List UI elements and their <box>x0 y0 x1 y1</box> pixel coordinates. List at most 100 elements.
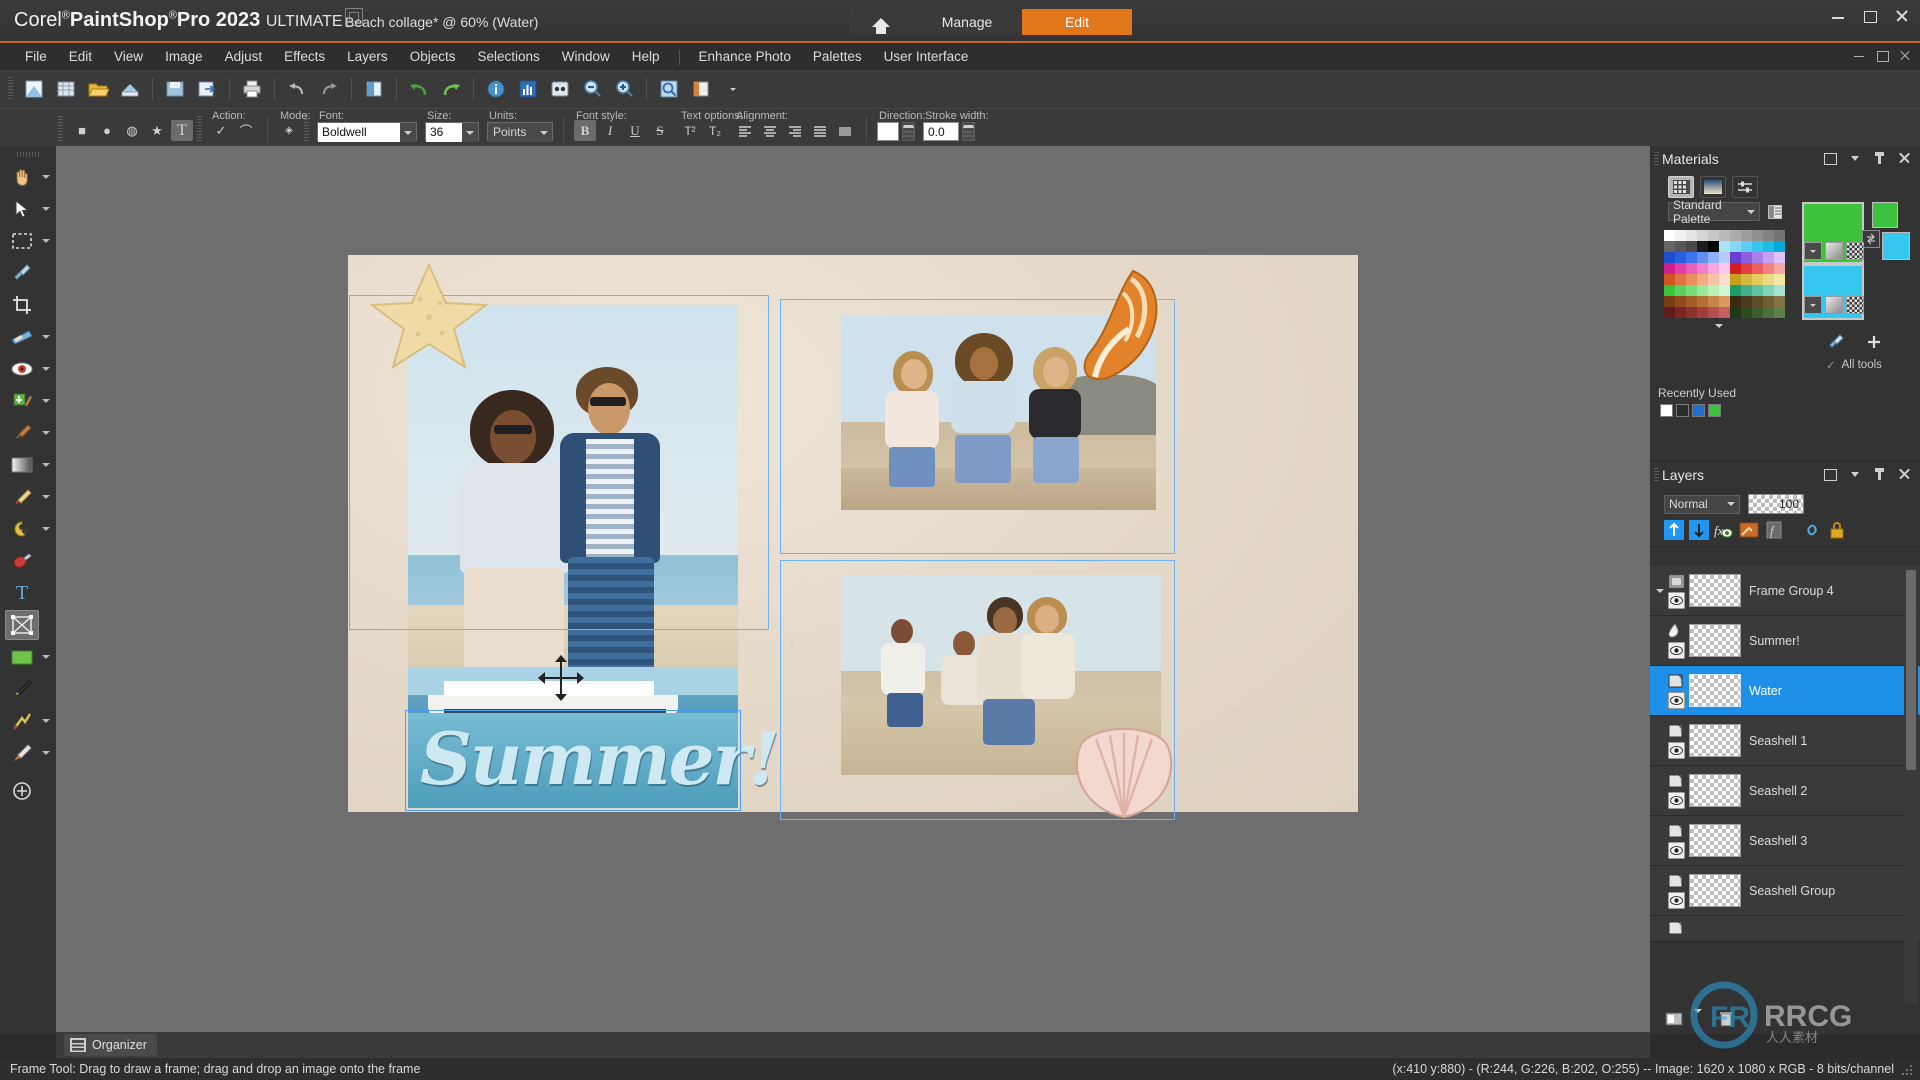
materials-grip[interactable] <box>1654 152 1659 167</box>
tool-crop[interactable] <box>0 289 56 321</box>
color-swatch-grid[interactable] <box>1664 230 1785 318</box>
swatch[interactable] <box>1763 285 1774 296</box>
font-dropdown-icon[interactable] <box>400 123 416 142</box>
menu-effects[interactable]: Effects <box>273 45 336 69</box>
menu-edit[interactable]: Edit <box>58 45 103 69</box>
tool-gradient[interactable] <box>0 449 56 481</box>
direction-swatch[interactable] <box>877 122 899 141</box>
duplicate-icon[interactable] <box>359 74 389 104</box>
italic-button[interactable]: I <box>599 120 621 141</box>
swatch[interactable] <box>1774 285 1785 296</box>
underline-button[interactable]: U <box>624 120 646 141</box>
swatch[interactable] <box>1664 285 1675 296</box>
swatch[interactable] <box>1664 274 1675 285</box>
visibility-toggle-icon[interactable] <box>1667 841 1686 859</box>
pan-tool-icon[interactable] <box>5 162 39 192</box>
save-icon[interactable] <box>160 74 190 104</box>
swatch[interactable] <box>1741 252 1752 263</box>
blend-mode-combo[interactable]: Normal <box>1664 494 1740 514</box>
swatch[interactable] <box>1730 274 1741 285</box>
materials-close-icon[interactable] <box>1898 151 1912 165</box>
pen-tool-icon[interactable] <box>5 674 39 704</box>
layers-scrollbar[interactable] <box>1904 566 1918 1004</box>
tool-pick[interactable] <box>0 193 56 225</box>
swatch[interactable] <box>1752 274 1763 285</box>
close-button[interactable] <box>1894 8 1910 24</box>
tool-red-eye[interactable] <box>0 353 56 385</box>
swatch[interactable] <box>1719 263 1730 274</box>
straighten-tool-icon[interactable] <box>5 322 39 352</box>
zoom-out-icon[interactable] <box>577 74 607 104</box>
swatch[interactable] <box>1763 307 1774 318</box>
foreground-mini-swatch[interactable] <box>1872 202 1898 228</box>
gradient-flyout-icon[interactable] <box>42 463 50 467</box>
swatch[interactable] <box>1664 230 1675 241</box>
swatch[interactable] <box>1774 241 1785 252</box>
swatch[interactable] <box>1730 263 1741 274</box>
smooth-flyout-icon[interactable] <box>42 751 50 755</box>
makeover-flyout-icon[interactable] <box>42 399 50 403</box>
swatch[interactable] <box>1774 307 1785 318</box>
menu-enhance-photo[interactable]: Enhance Photo <box>688 45 802 69</box>
menu-palettes[interactable]: Palettes <box>802 45 873 69</box>
tool-pan[interactable] <box>0 161 56 193</box>
layer-properties-icon[interactable] <box>1664 1009 1684 1029</box>
recent-swatch[interactable] <box>1676 404 1689 417</box>
swatch[interactable] <box>1730 241 1741 252</box>
swatch[interactable] <box>1774 263 1785 274</box>
maximize-button[interactable] <box>1862 8 1878 24</box>
swatch[interactable] <box>1708 241 1719 252</box>
new-image-icon[interactable] <box>19 74 49 104</box>
scallop-shell-sticker[interactable] <box>1066 723 1182 823</box>
swatch[interactable] <box>1675 296 1686 307</box>
zoom-in-icon[interactable] <box>609 74 639 104</box>
swatch[interactable] <box>1730 307 1741 318</box>
swatch[interactable] <box>1730 285 1741 296</box>
font-combo[interactable]: Boldwell <box>317 122 417 142</box>
layers-scroll-thumb[interactable] <box>1906 570 1916 770</box>
makeover-tool-icon[interactable] <box>5 386 39 416</box>
menu-user-interface[interactable]: User Interface <box>873 45 980 69</box>
mode-button[interactable]: ◈ <box>278 120 300 141</box>
add-material-button[interactable] <box>1866 334 1882 355</box>
layer-row-seashell-1[interactable]: Seashell 1 <box>1650 716 1920 766</box>
align-center-button[interactable] <box>759 120 781 141</box>
tool-color-changer[interactable] <box>0 513 56 545</box>
new-vector-layer-icon[interactable]: f <box>1764 520 1784 540</box>
opacity-slider[interactable]: 100 <box>1748 494 1804 514</box>
tool-clone-brush[interactable] <box>0 417 56 449</box>
layer-row-seashell-3[interactable]: Seashell 3 <box>1650 816 1920 866</box>
subscript-button[interactable]: T₂ <box>704 120 726 141</box>
swatch[interactable] <box>1675 252 1686 263</box>
menu-adjust[interactable]: Adjust <box>214 45 274 69</box>
swatch[interactable] <box>1741 230 1752 241</box>
tool-preset-shape[interactable] <box>0 641 56 673</box>
straighten-flyout-icon[interactable] <box>42 335 50 339</box>
menu-help[interactable]: Help <box>621 45 671 69</box>
swatch[interactable] <box>1686 252 1697 263</box>
starfish-sticker[interactable] <box>370 259 488 369</box>
save-as-icon[interactable] <box>192 74 222 104</box>
swatch[interactable] <box>1664 296 1675 307</box>
callout-shape-button[interactable]: ◍ <box>121 120 143 141</box>
layers-pin-icon[interactable] <box>1873 467 1887 481</box>
visibility-toggle-icon[interactable] <box>1667 741 1686 759</box>
tab-edit[interactable]: Edit <box>1022 9 1132 35</box>
swatch[interactable] <box>1763 241 1774 252</box>
swatch[interactable] <box>1741 263 1752 274</box>
tool-add[interactable] <box>0 775 56 807</box>
visibility-toggle-icon[interactable] <box>1667 591 1686 609</box>
swatch[interactable] <box>1763 296 1774 307</box>
browse-icon[interactable] <box>115 74 145 104</box>
all-tools-check[interactable]: ✓ <box>1826 358 1836 372</box>
swatch[interactable] <box>1763 252 1774 263</box>
swatch[interactable] <box>1752 241 1763 252</box>
visibility-toggle-icon[interactable] <box>1667 641 1686 659</box>
align-block-button[interactable] <box>834 120 856 141</box>
gradient-tool-icon[interactable] <box>5 450 39 480</box>
swatch[interactable] <box>1675 241 1686 252</box>
swatch[interactable] <box>1763 263 1774 274</box>
redo-history-icon[interactable] <box>314 74 344 104</box>
red-eye-flyout-icon[interactable] <box>42 367 50 371</box>
new-mask-layer-icon[interactable] <box>1689 520 1709 540</box>
